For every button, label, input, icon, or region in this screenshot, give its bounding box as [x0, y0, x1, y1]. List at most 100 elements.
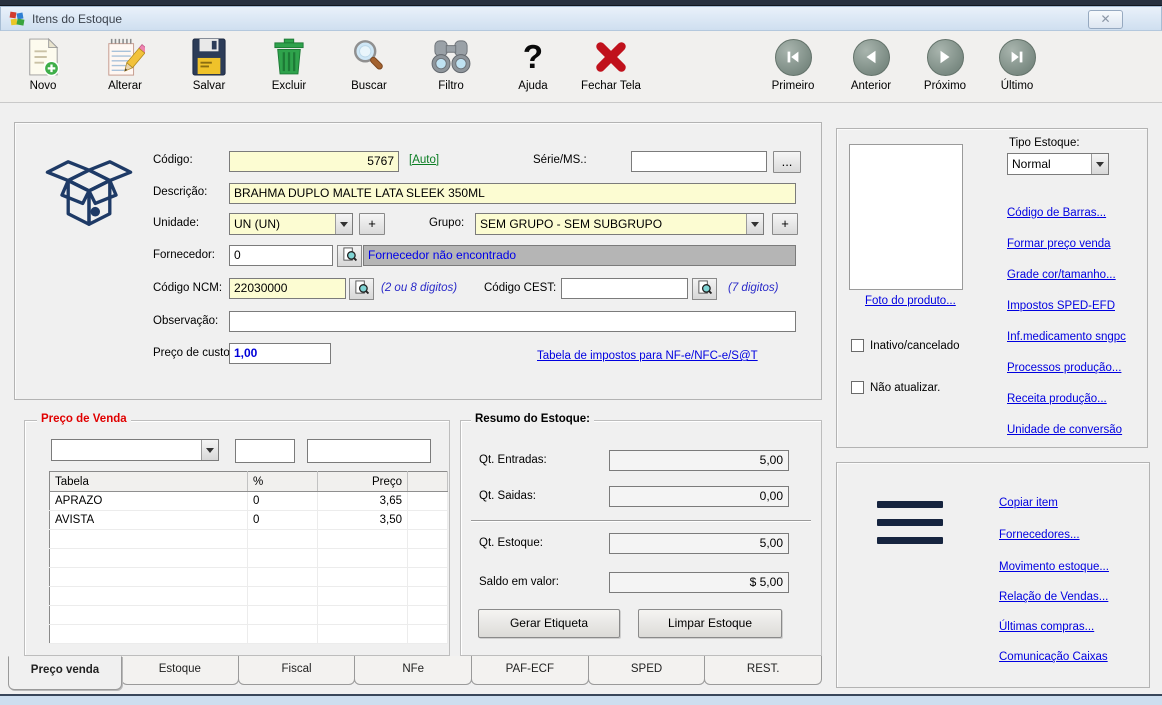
grupo-add-button[interactable]: + — [772, 213, 798, 235]
checkbox-icon[interactable] — [851, 381, 864, 394]
link-movimento-estoque[interactable]: Movimento estoque... — [999, 561, 1109, 573]
link-comunicacao-caixas[interactable]: Comunicação Caixas — [999, 651, 1108, 663]
dropdown-arrow-icon[interactable] — [1091, 154, 1108, 174]
tipo-estoque-combo[interactable]: Normal — [1007, 153, 1109, 175]
tab-preco-venda[interactable]: Preço venda — [8, 656, 122, 690]
saldo-valor-label: Saldo em valor: — [479, 576, 559, 588]
link-fornecedores[interactable]: Fornecedores... — [999, 529, 1080, 541]
observacao-field[interactable] — [229, 311, 796, 332]
excluir-button[interactable]: Excluir — [252, 35, 326, 99]
serie-ms-label: Série/MS.: — [533, 154, 587, 166]
codigo-ncm-field[interactable]: 22030000 — [229, 278, 346, 299]
dropdown-arrow-icon[interactable] — [746, 214, 763, 234]
link-receita-producao[interactable]: Receita produção... — [1007, 393, 1107, 405]
fechar-tela-button[interactable]: Fechar Tela — [574, 35, 648, 99]
novo-button[interactable]: Novo — [6, 35, 80, 99]
descricao-field[interactable]: BRAHMA DUPLO MALTE LATA SLEEK 350ML — [229, 183, 796, 204]
qt-estoque-value: 5,00 — [609, 533, 789, 554]
unidade-label: Unidade: — [153, 217, 199, 229]
preco-venda-pct-field[interactable] — [235, 439, 295, 463]
link-processos-producao[interactable]: Processos produção... — [1007, 362, 1121, 374]
codigo-field[interactable]: 5767 — [229, 151, 399, 172]
tab-estoque[interactable]: Estoque — [121, 656, 239, 685]
ncm-hint: (2 ou 8 digitos) — [381, 282, 457, 294]
window-bottom-border — [0, 694, 1162, 705]
table-row[interactable]: APRAZO 0 3,65 — [50, 492, 448, 511]
link-impostos-sped-efd[interactable]: Impostos SPED-EFD — [1007, 300, 1115, 312]
codigo-cest-field[interactable] — [561, 278, 688, 299]
preco-venda-combo-value — [52, 440, 201, 460]
title-bar: Itens do Estoque ✕ — [0, 6, 1162, 31]
limpar-estoque-button[interactable]: Limpar Estoque — [638, 609, 782, 638]
ultimo-button[interactable]: Último — [980, 35, 1054, 99]
link-codigo-de-barras[interactable]: Código de Barras... — [1007, 207, 1106, 219]
tab-sped[interactable]: SPED — [588, 656, 706, 685]
primeiro-button[interactable]: Primeiro — [756, 35, 830, 99]
tab-fiscal[interactable]: Fiscal — [238, 656, 356, 685]
checkbox-icon[interactable] — [851, 339, 864, 352]
table-row[interactable]: AVISTA 0 3,50 — [50, 511, 448, 530]
link-copiar-item[interactable]: Copiar item — [999, 497, 1058, 509]
tab-bar: Preço venda Estoque Fiscal NFe PAF-ECF S… — [8, 656, 822, 694]
tabela-impostos-link[interactable]: Tabela de impostos para NF-e/NFC-e/S@T — [537, 350, 758, 362]
col-pct[interactable]: % — [248, 472, 318, 492]
link-formar-preco-venda[interactable]: Formar preço venda — [1007, 238, 1111, 250]
qt-entradas-label: Qt. Entradas: — [479, 454, 547, 466]
window-close-button[interactable]: ✕ — [1088, 10, 1123, 29]
filtro-button[interactable]: Filtro — [414, 35, 488, 99]
checkbox-label: Inativo/cancelado — [870, 340, 960, 352]
tab-paf-ecf[interactable]: PAF-ECF — [471, 656, 589, 685]
tab-nfe[interactable]: NFe — [354, 656, 472, 685]
serie-ms-field[interactable] — [631, 151, 767, 172]
fornecedor-lookup-button[interactable] — [337, 245, 362, 267]
salvar-button[interactable]: Salvar — [172, 35, 246, 99]
preco-venda-preco-field[interactable] — [307, 439, 431, 463]
anterior-button[interactable]: Anterior — [834, 35, 908, 99]
content-area: Código: 5767 [Auto] Série/MS.: ... Descr… — [0, 103, 1162, 694]
buscar-button[interactable]: Buscar — [332, 35, 406, 99]
col-tabela[interactable]: Tabela — [50, 472, 248, 492]
toolbar-button-label: Próximo — [924, 80, 966, 92]
unidade-add-button[interactable]: + — [359, 213, 385, 235]
link-inf-medicamento[interactable]: Inf.medicamento sngpc — [1007, 331, 1126, 343]
empty-row — [50, 587, 448, 606]
qt-saidas-value: 0,00 — [609, 486, 789, 507]
preco-venda-combo[interactable] — [51, 439, 219, 461]
link-relacao-de-vendas[interactable]: Relação de Vendas... — [999, 591, 1108, 603]
ajuda-button[interactable]: ? Ajuda — [496, 35, 570, 99]
fornecedor-field[interactable]: 0 — [229, 245, 333, 266]
cell-preco: 3,65 — [318, 492, 408, 511]
link-unidade-conversao[interactable]: Unidade de conversão — [1007, 424, 1122, 436]
help-question-icon: ? — [523, 35, 543, 79]
preco-de-venda-legend: Preço de Venda — [37, 413, 131, 425]
auto-tag-link[interactable]: [Auto] — [409, 154, 439, 166]
col-preco[interactable]: Preço — [318, 472, 408, 492]
window-title: Itens do Estoque — [32, 12, 122, 26]
lookup-icon — [342, 247, 357, 265]
dropdown-arrow-icon[interactable] — [335, 214, 352, 234]
col-extra — [408, 472, 448, 492]
foto-produto-link[interactable]: Foto do produto... — [865, 295, 956, 307]
alterar-button[interactable]: Alterar — [88, 35, 162, 99]
toolbar-button-label: Novo — [30, 80, 57, 92]
grupo-combo[interactable]: SEM GRUPO - SEM SUBGRUPO — [475, 213, 764, 235]
cest-lookup-button[interactable] — [692, 278, 717, 300]
dropdown-arrow-icon[interactable] — [201, 440, 218, 460]
close-x-icon — [592, 35, 630, 79]
unidade-combo[interactable]: UN (UN) — [229, 213, 353, 235]
lookup-icon — [697, 280, 712, 298]
proximo-button[interactable]: Próximo — [908, 35, 982, 99]
nao-atualizar-checkbox[interactable]: Não atualizar. — [851, 381, 940, 394]
table-header-row: Tabela % Preço — [50, 472, 448, 492]
ncm-lookup-button[interactable] — [349, 278, 374, 300]
empty-row — [50, 568, 448, 587]
link-ultimas-compras[interactable]: Últimas compras... — [999, 621, 1094, 633]
preco-custo-field[interactable]: 1,00 — [229, 343, 331, 364]
tab-rest[interactable]: REST. — [704, 656, 822, 685]
inativo-cancelado-checkbox[interactable]: Inativo/cancelado — [851, 339, 960, 352]
lookup-icon — [354, 280, 369, 298]
serie-ms-browse-button[interactable]: ... — [773, 151, 801, 173]
toolbar-button-label: Ajuda — [518, 80, 547, 92]
link-grade-cor-tamanho[interactable]: Grade cor/tamanho... — [1007, 269, 1116, 281]
gerar-etiqueta-button[interactable]: Gerar Etiqueta — [478, 609, 620, 638]
